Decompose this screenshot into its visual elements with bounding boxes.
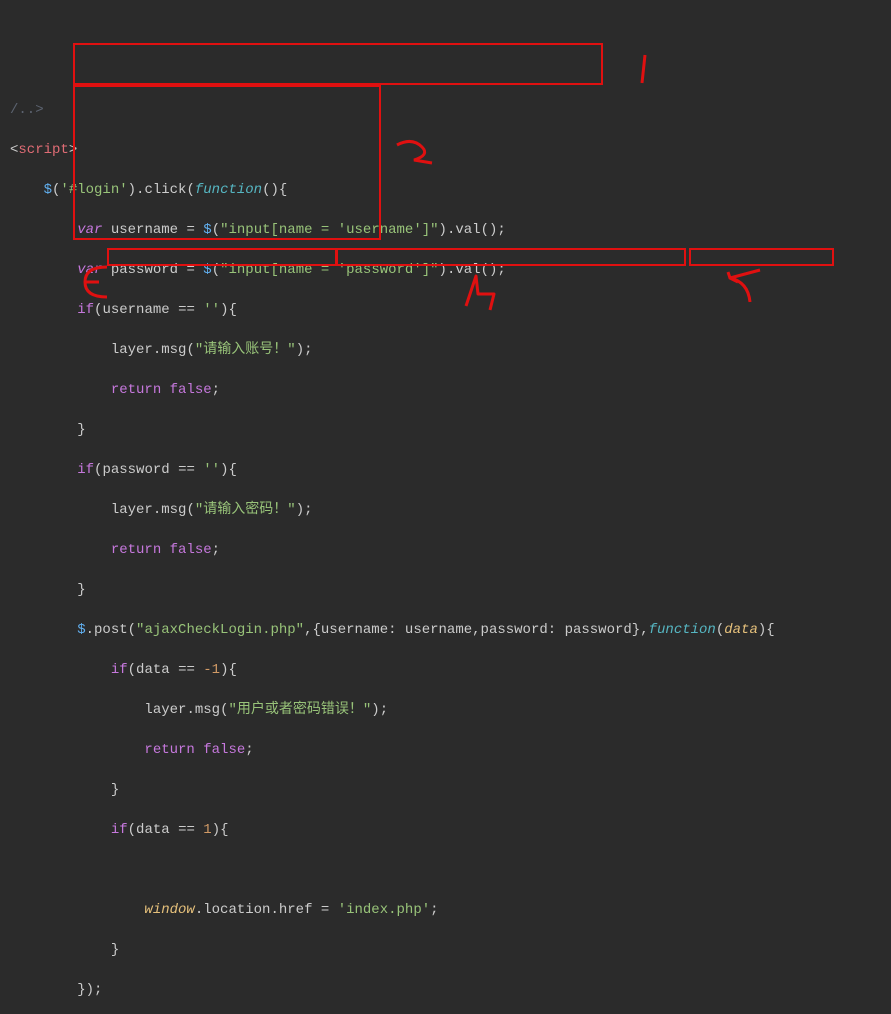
code-line: layer.msg("用户或者密码错误！"); xyxy=(10,700,891,720)
code-line: return false; xyxy=(10,540,891,560)
annotation-box-1 xyxy=(73,43,603,85)
code-line: $('#login').click(function(){ xyxy=(10,180,891,200)
partial-text: /..> xyxy=(10,102,44,118)
code-line: return false; xyxy=(10,740,891,760)
code-editor-view: /..> <script> $('#login').click(function… xyxy=(0,80,891,1014)
code-line: var password = $("input[name = 'password… xyxy=(10,260,891,280)
code-line: $.post("ajaxCheckLogin.php",{username: u… xyxy=(10,620,891,640)
code-line: return false; xyxy=(10,380,891,400)
code-line: if(password == ''){ xyxy=(10,460,891,480)
code-line: }); xyxy=(10,980,891,1000)
code-line: if(data == 1){ xyxy=(10,820,891,840)
code-line: } xyxy=(10,940,891,960)
code-line: if(username == ''){ xyxy=(10,300,891,320)
code-line: var username = $("input[name = 'username… xyxy=(10,220,891,240)
code-line: window.location.href = 'index.php'; xyxy=(10,900,891,920)
code-line: /..> xyxy=(10,100,891,120)
code-line: layer.msg("请输入密码！"); xyxy=(10,500,891,520)
code-line: <script> xyxy=(10,140,891,160)
code-line: if(data == -1){ xyxy=(10,660,891,680)
code-line: } xyxy=(10,420,891,440)
code-line: } xyxy=(10,780,891,800)
code-line: layer.msg("请输入账号！"); xyxy=(10,340,891,360)
code-line xyxy=(10,860,891,880)
code-line: } xyxy=(10,580,891,600)
